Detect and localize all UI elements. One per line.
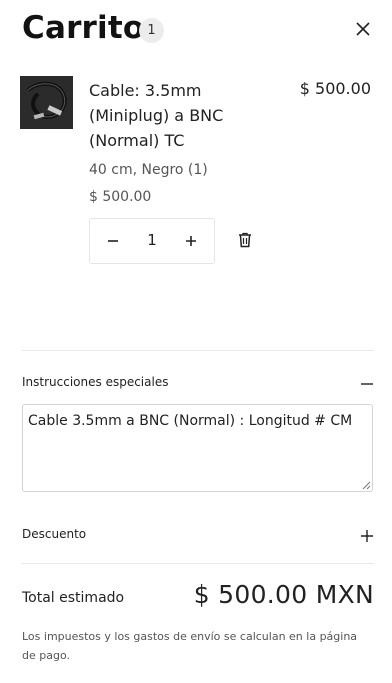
page-title: Carrito (22, 10, 145, 46)
product-name[interactable]: Cable: 3.5mm (Miniplug) a BNC (Normal) T… (89, 78, 259, 153)
quantity-stepper: 1 (89, 218, 215, 264)
divider (22, 350, 374, 351)
cart-count-badge: 1 (139, 18, 164, 43)
quantity-input[interactable]: 1 (132, 231, 172, 249)
remove-item-button[interactable] (236, 231, 254, 249)
unit-price: $ 500.00 (89, 189, 152, 205)
discount-toggle[interactable] (360, 528, 374, 542)
tax-note: Los impuestos y los gastos de envío se c… (22, 630, 358, 662)
total-label: Total estimado (22, 590, 125, 606)
product-image[interactable] (20, 76, 73, 129)
plus-icon (361, 530, 373, 542)
plus-icon (186, 236, 196, 246)
cable-product-image (20, 76, 73, 129)
instructions-toggle[interactable] (360, 376, 374, 390)
divider (22, 563, 374, 564)
decrease-quantity-button[interactable] (102, 230, 124, 252)
special-instructions-textarea[interactable]: Cable 3.5mm a BNC (Normal) : Longitud # … (22, 404, 373, 492)
total-value: $ 500.00 MXN (193, 580, 374, 609)
resize-handle-icon[interactable] (362, 481, 371, 490)
cart-header: Carrito 1 (22, 10, 374, 50)
discount-label[interactable]: Descuento (22, 527, 86, 541)
product-variant: 40 cm, Negro (1) (89, 162, 208, 178)
trash-icon (239, 232, 251, 248)
minus-icon (108, 240, 118, 242)
minus-icon (361, 383, 373, 385)
line-total: $ 500.00 (299, 79, 371, 98)
close-icon (356, 22, 370, 36)
increase-quantity-button[interactable] (180, 230, 202, 252)
close-button[interactable] (352, 18, 374, 40)
instructions-label[interactable]: Instrucciones especiales (22, 375, 168, 389)
